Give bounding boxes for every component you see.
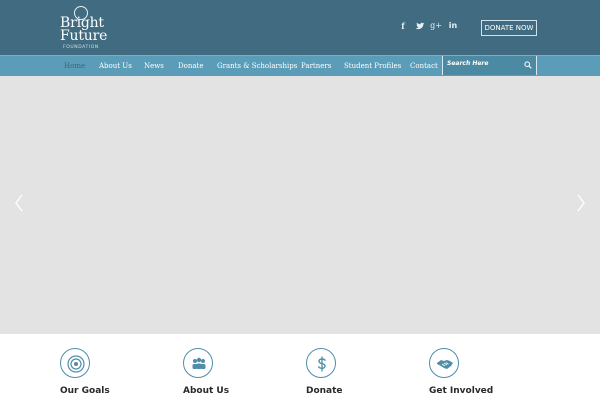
- feature-our-goals[interactable]: Our Goals: [60, 348, 150, 400]
- nav-item-student-profiles[interactable]: Student Profiles: [344, 56, 401, 76]
- dollar-icon-circle: [306, 348, 336, 378]
- feature-get-involved[interactable]: Get Involved: [429, 348, 519, 400]
- dollar-icon: [318, 356, 326, 372]
- feature-donate[interactable]: Donate: [306, 348, 396, 400]
- feature-title: Get Involved: [429, 386, 494, 396]
- chevron-left-icon[interactable]: [14, 194, 24, 212]
- feature-title: About Us: [183, 386, 230, 396]
- target-icon: [67, 355, 85, 373]
- nav-item-partners[interactable]: Partners: [301, 56, 331, 76]
- logo-line3: FOUNDATION: [63, 45, 99, 50]
- nav-item-grants-scholarships[interactable]: Grants & Scholarships: [217, 56, 297, 76]
- handshake-icon-circle: [429, 348, 459, 378]
- feature-title: Our Goals: [60, 386, 110, 396]
- group-icon: [192, 357, 206, 369]
- feature-title: Donate: [306, 386, 343, 396]
- hero-slider: [0, 76, 600, 334]
- nav-item-home[interactable]: Home: [64, 56, 85, 76]
- nav-item-news[interactable]: News: [144, 56, 164, 76]
- google-plus-icon[interactable]: g+: [430, 20, 442, 32]
- main-nav: Home About Us News Donate Grants & Schol…: [0, 55, 600, 76]
- linkedin-icon[interactable]: in: [447, 20, 459, 32]
- search-icon[interactable]: [524, 61, 532, 69]
- search-input[interactable]: Search Here: [442, 56, 537, 75]
- chevron-right-icon[interactable]: [576, 194, 586, 212]
- logo[interactable]: Bright Future FOUNDATION: [60, 6, 108, 50]
- group-icon-circle: [183, 348, 213, 378]
- target-icon-circle: [60, 348, 90, 378]
- nav-item-about-us[interactable]: About Us: [99, 56, 132, 76]
- logo-line2: Future: [60, 28, 108, 44]
- twitter-icon[interactable]: [414, 20, 426, 32]
- site-header: Bright Future FOUNDATION f g+ in DONATE …: [0, 0, 600, 55]
- handshake-icon: [437, 360, 453, 369]
- feature-about-us[interactable]: About Us: [183, 348, 273, 400]
- nav-item-contact[interactable]: Contact: [410, 56, 438, 76]
- donate-now-button[interactable]: DONATE NOW: [481, 20, 537, 36]
- search-placeholder: Search Here: [447, 60, 489, 67]
- facebook-icon[interactable]: f: [397, 20, 409, 32]
- nav-item-donate[interactable]: Donate: [178, 56, 203, 76]
